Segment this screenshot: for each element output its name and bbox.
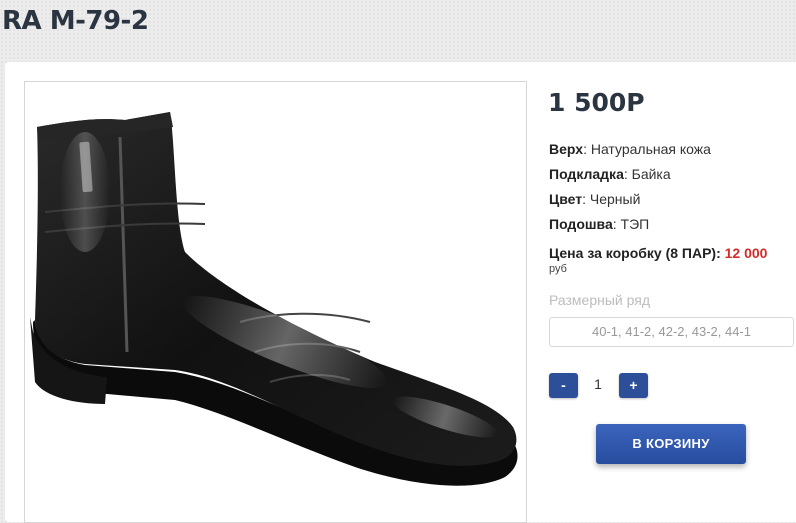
size-range-label: Размерный ряд (549, 292, 651, 308)
spec-value: Черный (589, 191, 641, 207)
page-title: RA M-79-2 (2, 6, 149, 36)
quantity-increase-button[interactable]: + (619, 373, 648, 398)
spec-label: Подкладка (549, 166, 624, 182)
spec-value: Натуральная кожа (590, 141, 711, 157)
currency-label: руб (549, 263, 567, 275)
box-price: Цена за коробку (8 ПАР): 12 000 (549, 245, 767, 261)
spec-color: Цвет: Черный (549, 191, 641, 207)
spec-value: ТЭП (620, 216, 650, 232)
size-range-field[interactable]: 40-1, 41-2, 42-2, 43-2, 44-1 (549, 317, 794, 347)
spec-sole: Подошва: ТЭП (549, 216, 650, 232)
spec-label: Цвет (549, 191, 583, 207)
spec-value: Байка (631, 166, 671, 182)
add-to-cart-button[interactable]: В КОРЗИНУ (596, 424, 746, 464)
box-price-label: Цена за коробку (8 ПАР): (549, 245, 721, 261)
box-price-value: 12 000 (724, 245, 768, 261)
boot-illustration (30, 112, 518, 486)
spec-label: Подошва (549, 216, 613, 232)
spec-upper: Верх: Натуральная кожа (549, 141, 711, 157)
product-price: 1 500Р (548, 88, 645, 117)
spec-label: Верх (549, 141, 584, 157)
quantity-decrease-button[interactable]: - (549, 373, 578, 398)
spec-lining: Подкладка: Байка (549, 166, 671, 182)
product-image[interactable] (24, 81, 527, 523)
quantity-value[interactable]: 1 (583, 376, 613, 392)
